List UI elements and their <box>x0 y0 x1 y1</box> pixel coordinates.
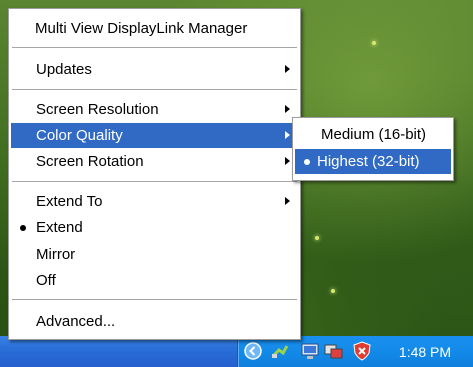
menu-separator <box>12 89 297 90</box>
menu-item-screen-rotation-label: Screen Rotation <box>36 153 144 170</box>
radio-bullet-icon <box>20 225 26 231</box>
menu-item-extend-to[interactable]: Extend To <box>11 189 298 214</box>
menu-separator <box>12 47 297 48</box>
menu-item-mirror-label: Mirror <box>36 246 76 263</box>
menu-item-updates[interactable]: Updates <box>11 57 298 82</box>
show-hidden-icons-arrow-icon[interactable] <box>243 341 263 361</box>
displaylink-context-menu: Multi View DisplayLink Manager Updates S… <box>8 8 301 340</box>
menu-item-advanced-label: Advanced... <box>36 313 116 330</box>
firefly-dot <box>372 41 376 45</box>
menu-item-extend-to-label: Extend To <box>36 193 103 210</box>
menu-item-advanced[interactable]: Advanced... <box>11 309 298 334</box>
menu-item-screen-rotation[interactable]: Screen Rotation <box>11 149 298 174</box>
security-shield-icon[interactable] <box>352 341 372 361</box>
menu-item-color-quality[interactable]: Color Quality <box>11 123 298 148</box>
color-quality-submenu: Medium (16-bit) Highest (32-bit) <box>292 117 454 181</box>
submenu-arrow-icon <box>285 157 290 165</box>
menu-item-off-label: Off <box>36 272 56 289</box>
menu-item-title[interactable]: Multi View DisplayLink Manager <box>11 16 298 41</box>
menu-item-color-quality-label: Color Quality <box>36 127 123 144</box>
menu-item-screen-resolution-label: Screen Resolution <box>36 101 159 118</box>
submenu-item-medium-label: Medium (16-bit) <box>321 126 427 143</box>
menu-separator <box>12 299 297 300</box>
menu-item-off[interactable]: Off <box>11 268 298 293</box>
menu-item-updates-label: Updates <box>36 61 92 78</box>
submenu-arrow-icon <box>285 197 290 205</box>
menu-item-mirror[interactable]: Mirror <box>11 242 298 267</box>
submenu-item-highest-32bit[interactable]: Highest (32-bit) <box>295 149 451 174</box>
taskbar-clock[interactable]: 1:48 PM <box>390 343 460 361</box>
menu-item-extend-label: Extend <box>36 219 83 236</box>
menu-item-title-label: Multi View DisplayLink Manager <box>35 20 248 37</box>
displaylink-icon[interactable] <box>324 341 344 361</box>
menu-item-extend[interactable]: Extend <box>11 215 298 240</box>
submenu-arrow-icon <box>285 131 290 139</box>
menu-item-screen-resolution[interactable]: Screen Resolution <box>11 97 298 122</box>
submenu-item-highest-label: Highest (32-bit) <box>317 153 420 170</box>
menu-separator <box>12 181 297 182</box>
network-icon[interactable] <box>270 341 290 361</box>
submenu-arrow-icon <box>285 65 290 73</box>
monitor-icon[interactable] <box>300 341 320 361</box>
radio-bullet-icon <box>304 159 310 165</box>
firefly-dot <box>331 289 335 293</box>
submenu-arrow-icon <box>285 105 290 113</box>
firefly-dot <box>315 236 319 240</box>
submenu-item-medium-16bit[interactable]: Medium (16-bit) <box>295 122 451 147</box>
